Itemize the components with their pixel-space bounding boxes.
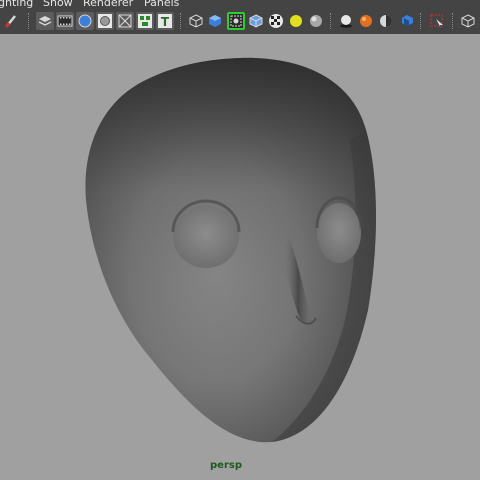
wireframe-on-shaded-button[interactable]	[227, 12, 245, 30]
xray-cube-icon	[461, 14, 475, 28]
toolbar-separator	[330, 13, 333, 29]
sphere-shading-icon	[310, 15, 322, 27]
select-layers-button[interactable]	[36, 12, 54, 30]
multisample-icon	[402, 15, 413, 27]
menu-renderer[interactable]: Renderer	[83, 0, 133, 9]
multisample-button[interactable]	[397, 12, 415, 30]
svg-text:T: T	[161, 15, 170, 29]
film-strip-icon	[57, 15, 73, 27]
shadows-icon	[340, 15, 352, 28]
menu-panels[interactable]: Panels	[144, 0, 179, 9]
camera-label: persp	[210, 460, 242, 471]
checker-button[interactable]	[267, 12, 285, 30]
image-plane-icon	[98, 14, 112, 28]
wireframe-cube-icon	[189, 14, 203, 28]
image-plane-button[interactable]	[96, 12, 114, 30]
menu-lighting[interactable]: ghting	[0, 0, 33, 9]
smooth-shade-button[interactable]	[206, 12, 224, 30]
panel-toolbar: T	[0, 10, 480, 34]
smooth-shaded-cube-icon	[209, 15, 221, 27]
wireframe-on-shaded-icon	[230, 15, 242, 27]
toolbar-separator	[180, 13, 183, 29]
film-strip-button[interactable]	[56, 12, 74, 30]
toolbar-separator	[420, 13, 423, 29]
isolate-select-button[interactable]	[428, 12, 446, 30]
text-icon: T	[158, 14, 172, 29]
checker-texture-icon	[269, 14, 283, 28]
resolution-gate-button[interactable]	[136, 12, 154, 30]
screen-space-ao-icon	[360, 15, 372, 27]
default-light-button[interactable]	[287, 12, 305, 30]
right-eye-hole	[317, 203, 361, 263]
menu-show[interactable]: Show	[43, 0, 73, 9]
grid-button[interactable]	[116, 12, 134, 30]
menu-bar: ghting Show Renderer Panels	[0, 0, 480, 10]
paint-brush-button[interactable]	[2, 12, 20, 30]
isolate-select-icon	[430, 14, 443, 28]
text-button[interactable]: T	[156, 12, 174, 30]
left-eye-hole	[173, 206, 239, 268]
sphere-shading-button[interactable]	[307, 12, 325, 30]
camera-attributes-icon	[78, 14, 92, 28]
toolbar-separator	[452, 13, 455, 29]
select-layers-icon	[38, 16, 52, 26]
resolution-gate-icon	[138, 14, 152, 28]
xray-button[interactable]	[459, 12, 477, 30]
textured-button[interactable]	[247, 12, 265, 30]
toolbar-separator	[28, 13, 31, 29]
motion-blur-icon	[380, 15, 392, 27]
paint-brush-icon	[4, 15, 16, 28]
default-light-icon	[290, 15, 302, 27]
screen-space-ao-button[interactable]	[357, 12, 375, 30]
grid-icon	[118, 14, 132, 28]
motion-blur-button[interactable]	[377, 12, 395, 30]
textured-cube-icon	[249, 14, 263, 28]
viewport-panel[interactable]	[0, 34, 480, 480]
mask-model[interactable]	[0, 34, 480, 480]
shadows-button[interactable]	[337, 12, 355, 30]
wireframe-button[interactable]	[187, 12, 205, 30]
camera-attributes-button[interactable]	[76, 12, 94, 30]
